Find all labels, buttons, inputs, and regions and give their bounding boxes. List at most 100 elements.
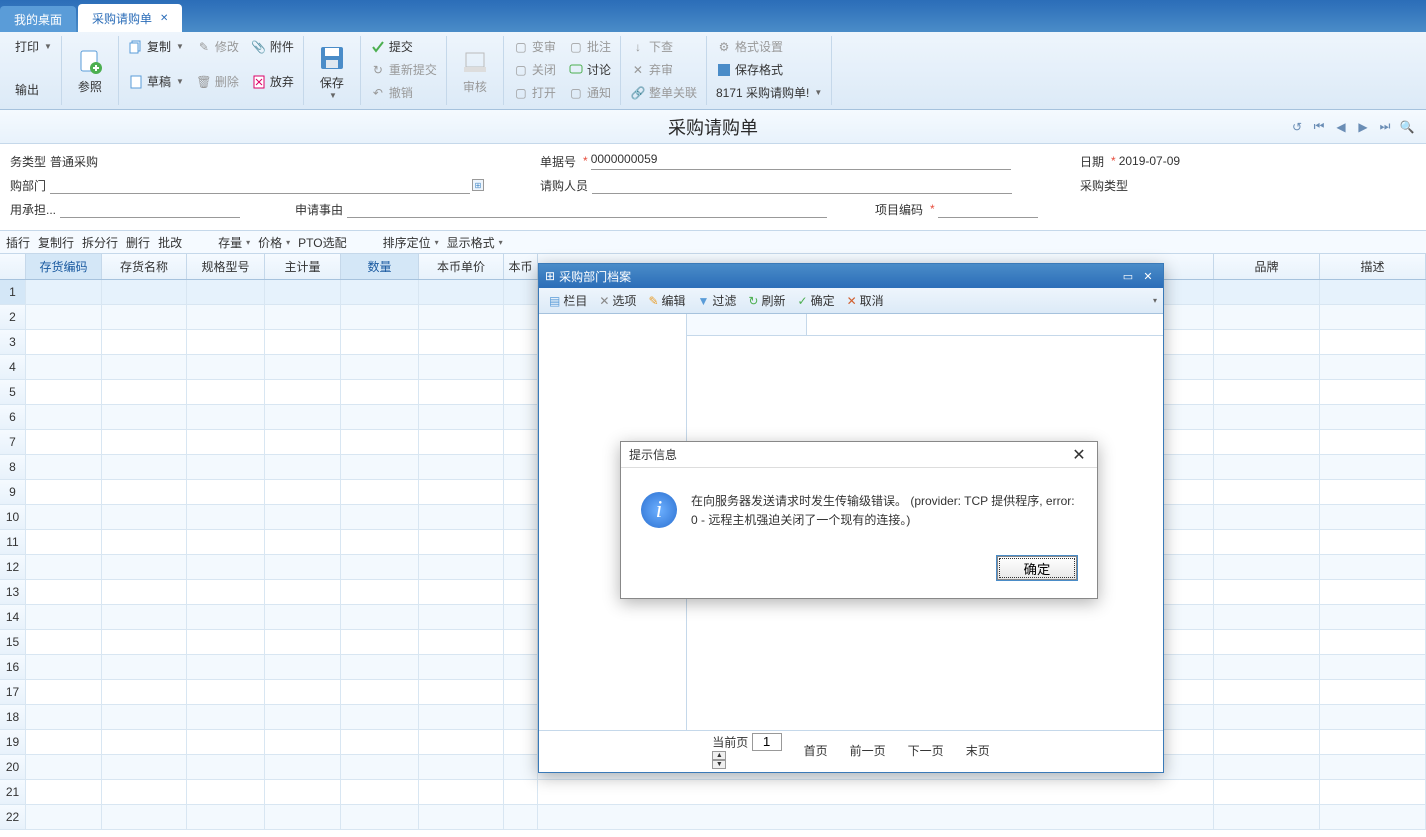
attachment-button[interactable]: 📎附件 — [248, 36, 297, 57]
copy-button[interactable]: 复制▼ — [125, 36, 187, 57]
chevron-down-icon[interactable]: ▾ — [1153, 296, 1157, 305]
table-row[interactable]: 21 — [0, 780, 1426, 805]
last-icon[interactable]: ⏭ — [1376, 118, 1394, 136]
modify-button[interactable]: ✎修改 — [193, 36, 242, 57]
split-row-button[interactable]: 拆分行 — [82, 234, 118, 251]
batch-annotate-button[interactable]: ▢批注 — [565, 36, 614, 57]
options-button[interactable]: ✕选项 — [595, 292, 640, 309]
change-audit-button[interactable]: ▢变审 — [510, 36, 559, 57]
giveup-button[interactable]: 放弃 — [248, 71, 297, 92]
open-doc-button[interactable]: ▢打开 — [510, 82, 559, 103]
batch-edit-button[interactable]: 批改 — [158, 234, 182, 251]
note-icon: ▢ — [568, 39, 584, 55]
minimize-icon[interactable]: ▭ — [1119, 268, 1137, 284]
save-button[interactable]: 保存▼ — [310, 42, 354, 100]
whole-link-button[interactable]: 🔗整单关联 — [627, 82, 700, 103]
down-arrow-icon: ↓ — [630, 39, 646, 55]
field-projcode[interactable]: 项目编码* — [875, 200, 1038, 218]
row-number: 14 — [0, 605, 26, 629]
redo-icon: ↻ — [370, 62, 386, 78]
lookup-icon[interactable]: ⊞ — [472, 179, 484, 191]
format-save-button[interactable]: 保存格式 — [713, 59, 825, 80]
price-button[interactable]: 价格▾ — [258, 234, 290, 251]
chevron-down-icon: ▼ — [44, 42, 52, 51]
prev-page-button[interactable]: 前一页 — [850, 742, 886, 759]
edit-button[interactable]: ✎编辑 — [644, 292, 689, 309]
field-acceptor[interactable]: 用承担... — [10, 200, 275, 218]
field-dept[interactable]: 购部门 ⊞ — [10, 176, 520, 194]
field-purtype[interactable]: 采购类型 — [1080, 176, 1132, 194]
error-alert-dialog: 提示信息 ✕ i 在向服务器发送请求时发生传输级错误。 (provider: T… — [620, 441, 1098, 599]
chevron-down-icon: ▼ — [814, 88, 822, 97]
output-button[interactable]: 输出 — [12, 79, 55, 100]
close-icon[interactable]: ✕ — [1069, 445, 1089, 465]
table-row[interactable]: 22 — [0, 805, 1426, 830]
col-desc[interactable]: 描述 — [1320, 254, 1426, 279]
trash-icon: 🗑 — [196, 74, 212, 90]
tab-desktop[interactable]: 我的桌面 — [0, 6, 76, 32]
row-number: 17 — [0, 680, 26, 704]
col-spec[interactable]: 规格型号 — [187, 254, 265, 279]
revoke-button[interactable]: ↶撤销 — [367, 82, 440, 103]
format-set-button[interactable]: ⚙格式设置 — [713, 36, 825, 57]
display-format-button[interactable]: 显示格式▾ — [447, 234, 503, 251]
doc-icon — [128, 74, 144, 90]
resubmit-button[interactable]: ↻重新提交 — [367, 59, 440, 80]
filter-button[interactable]: ▼过滤 — [694, 292, 741, 309]
next-page-button[interactable]: 下一页 — [908, 742, 944, 759]
refresh-button[interactable]: ↻刷新 — [744, 292, 789, 309]
close-doc-button[interactable]: ▢关闭 — [510, 59, 559, 80]
columns-button[interactable]: ▤栏目 — [545, 292, 591, 309]
columns-icon: ▤ — [549, 294, 560, 308]
alert-ok-button[interactable]: 确定 — [997, 556, 1077, 580]
format-code-button[interactable]: 8171 采购请购单!▼ — [713, 82, 825, 103]
print-button[interactable]: 打印▼ — [12, 36, 55, 57]
submit-button[interactable]: 提交 — [367, 36, 440, 57]
row-number: 8 — [0, 455, 26, 479]
row-number: 15 — [0, 630, 26, 654]
page-up-icon[interactable]: ▲ — [712, 751, 726, 760]
audit-button[interactable]: 审核 — [453, 46, 497, 95]
last-page-button[interactable]: 末页 — [966, 742, 990, 759]
next-icon[interactable]: ▶ — [1354, 118, 1372, 136]
discuss-button[interactable]: 讨论 — [565, 59, 614, 80]
col-inventory-name[interactable]: 存货名称 — [102, 254, 187, 279]
cancel-button[interactable]: ✕取消 — [843, 292, 888, 309]
search-icon[interactable]: 🔍 — [1398, 118, 1416, 136]
first-page-button[interactable]: 首页 — [804, 742, 828, 759]
col-qty[interactable]: 数量 — [341, 254, 419, 279]
tab-purchase-request[interactable]: 采购请购单 ✕ — [78, 4, 182, 32]
page-input[interactable] — [752, 733, 782, 751]
field-reason[interactable]: 申请事由 — [295, 200, 855, 218]
col-brand[interactable]: 品牌 — [1214, 254, 1320, 279]
sort-button[interactable]: 排序定位▾ — [383, 234, 439, 251]
alert-titlebar[interactable]: 提示信息 ✕ — [621, 442, 1097, 468]
draft-button[interactable]: 草稿▼ — [125, 71, 187, 92]
dialog-titlebar[interactable]: ⊞ 采购部门档案 ▭ ✕ — [539, 264, 1163, 288]
ok-button[interactable]: ✓确定 — [794, 292, 839, 309]
close-icon[interactable]: ✕ — [160, 13, 168, 24]
doc-icon: ▢ — [513, 39, 529, 55]
notify-button[interactable]: ▢通知 — [565, 82, 614, 103]
field-requester[interactable]: 请购人员 — [540, 176, 1060, 194]
insert-row-button[interactable]: 插行 — [6, 234, 30, 251]
copy-row-button[interactable]: 复制行 — [38, 234, 74, 251]
first-icon[interactable]: ⏮ — [1310, 118, 1328, 136]
col-uom[interactable]: 主计量 — [265, 254, 341, 279]
refresh-icon[interactable]: ↺ — [1288, 118, 1306, 136]
pto-button[interactable]: PTO选配 — [298, 234, 346, 251]
page-down-icon[interactable]: ▼ — [712, 760, 726, 769]
col-price[interactable]: 本币单价 — [419, 254, 504, 279]
abandon-audit-button[interactable]: ✕弃审 — [627, 59, 700, 80]
close-icon[interactable]: ✕ — [1139, 268, 1157, 284]
stock-button[interactable]: 存量▾ — [218, 234, 250, 251]
search-down-button[interactable]: ↓下查 — [627, 36, 700, 57]
reference-button[interactable]: 参照 — [68, 46, 112, 95]
delete-row-button[interactable]: 删行 — [126, 234, 150, 251]
col-amount-trunc[interactable]: 本币 — [504, 254, 538, 279]
row-number: 11 — [0, 530, 26, 554]
row-number: 16 — [0, 655, 26, 679]
delete-button[interactable]: 🗑删除 — [193, 71, 242, 92]
prev-icon[interactable]: ◀ — [1332, 118, 1350, 136]
col-inventory-code[interactable]: 存货编码 — [26, 254, 102, 279]
